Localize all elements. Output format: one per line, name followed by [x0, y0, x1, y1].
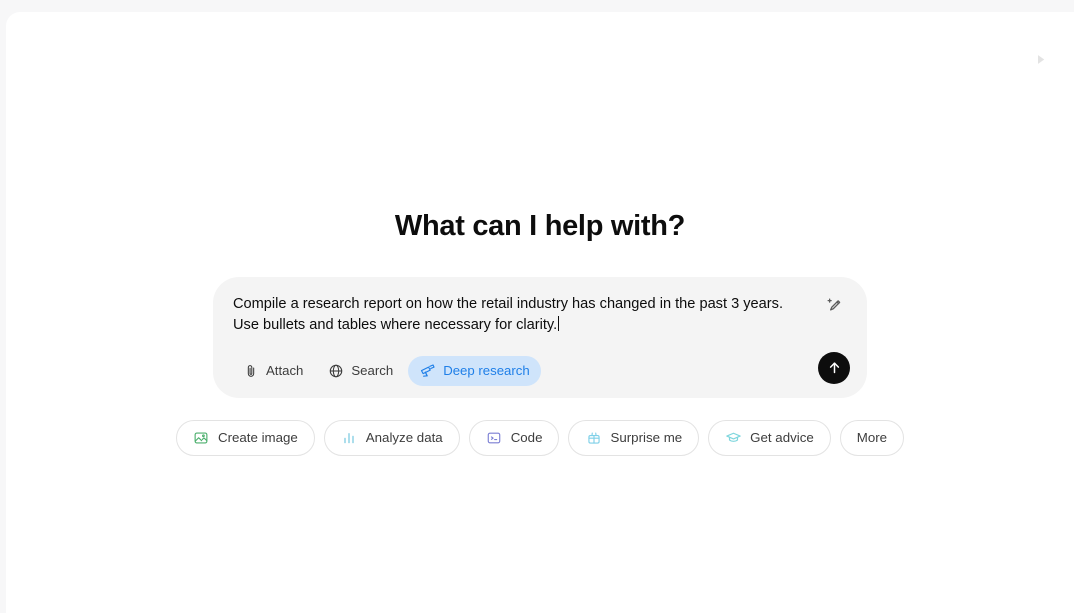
play-triangle-icon[interactable] — [1026, 45, 1054, 73]
chip-create-image[interactable]: Create image — [175, 419, 315, 456]
deep-research-button[interactable]: Deep research — [408, 355, 541, 386]
chip-label: Get advice — [750, 430, 814, 446]
attach-button[interactable]: Attach — [233, 356, 312, 386]
suggestion-chips: Create image Analyze data Code Surprise … — [175, 419, 905, 456]
text-caret — [558, 315, 560, 331]
globe-icon — [327, 362, 344, 379]
chip-label: Create image — [217, 430, 298, 446]
telescope-icon — [419, 362, 436, 379]
send-button[interactable] — [818, 351, 850, 384]
attach-label: Attach — [266, 363, 304, 379]
chip-more[interactable]: More — [839, 419, 905, 456]
composer-toolbar: Attach Search Deep research — [233, 355, 847, 386]
prompt-row: Compile a research report on how the ret… — [233, 294, 847, 336]
deep-research-label: Deep research — [443, 363, 530, 379]
chip-analyze-data[interactable]: Analyze data — [323, 419, 460, 456]
chip-label: More — [856, 430, 888, 446]
chip-label: Analyze data — [365, 430, 443, 446]
search-label: Search — [351, 363, 394, 379]
search-button[interactable]: Search — [318, 356, 402, 386]
chip-code[interactable]: Code — [468, 419, 560, 456]
conversation-start: What can I help with? Compile a research… — [175, 208, 905, 456]
bar-chart-icon — [341, 429, 358, 446]
edit-pencil-sparkle-icon[interactable] — [821, 292, 847, 318]
code-window-icon — [486, 429, 503, 446]
gift-icon — [585, 429, 602, 446]
page-title: What can I help with? — [394, 210, 686, 242]
image-icon — [193, 429, 210, 446]
chip-get-advice[interactable]: Get advice — [708, 419, 831, 456]
prompt-input[interactable]: Compile a research report on how the ret… — [233, 294, 811, 336]
prompt-text-value: Compile a research report on how the ret… — [233, 295, 788, 333]
graduation-cap-icon — [725, 429, 742, 446]
composer: Compile a research report on how the ret… — [213, 276, 867, 398]
app-panel: What can I help with? Compile a research… — [6, 12, 1074, 613]
chip-surprise-me[interactable]: Surprise me — [568, 419, 700, 456]
paperclip-icon — [242, 362, 259, 379]
chip-label: Code — [510, 430, 543, 446]
chip-label: Surprise me — [610, 430, 683, 446]
